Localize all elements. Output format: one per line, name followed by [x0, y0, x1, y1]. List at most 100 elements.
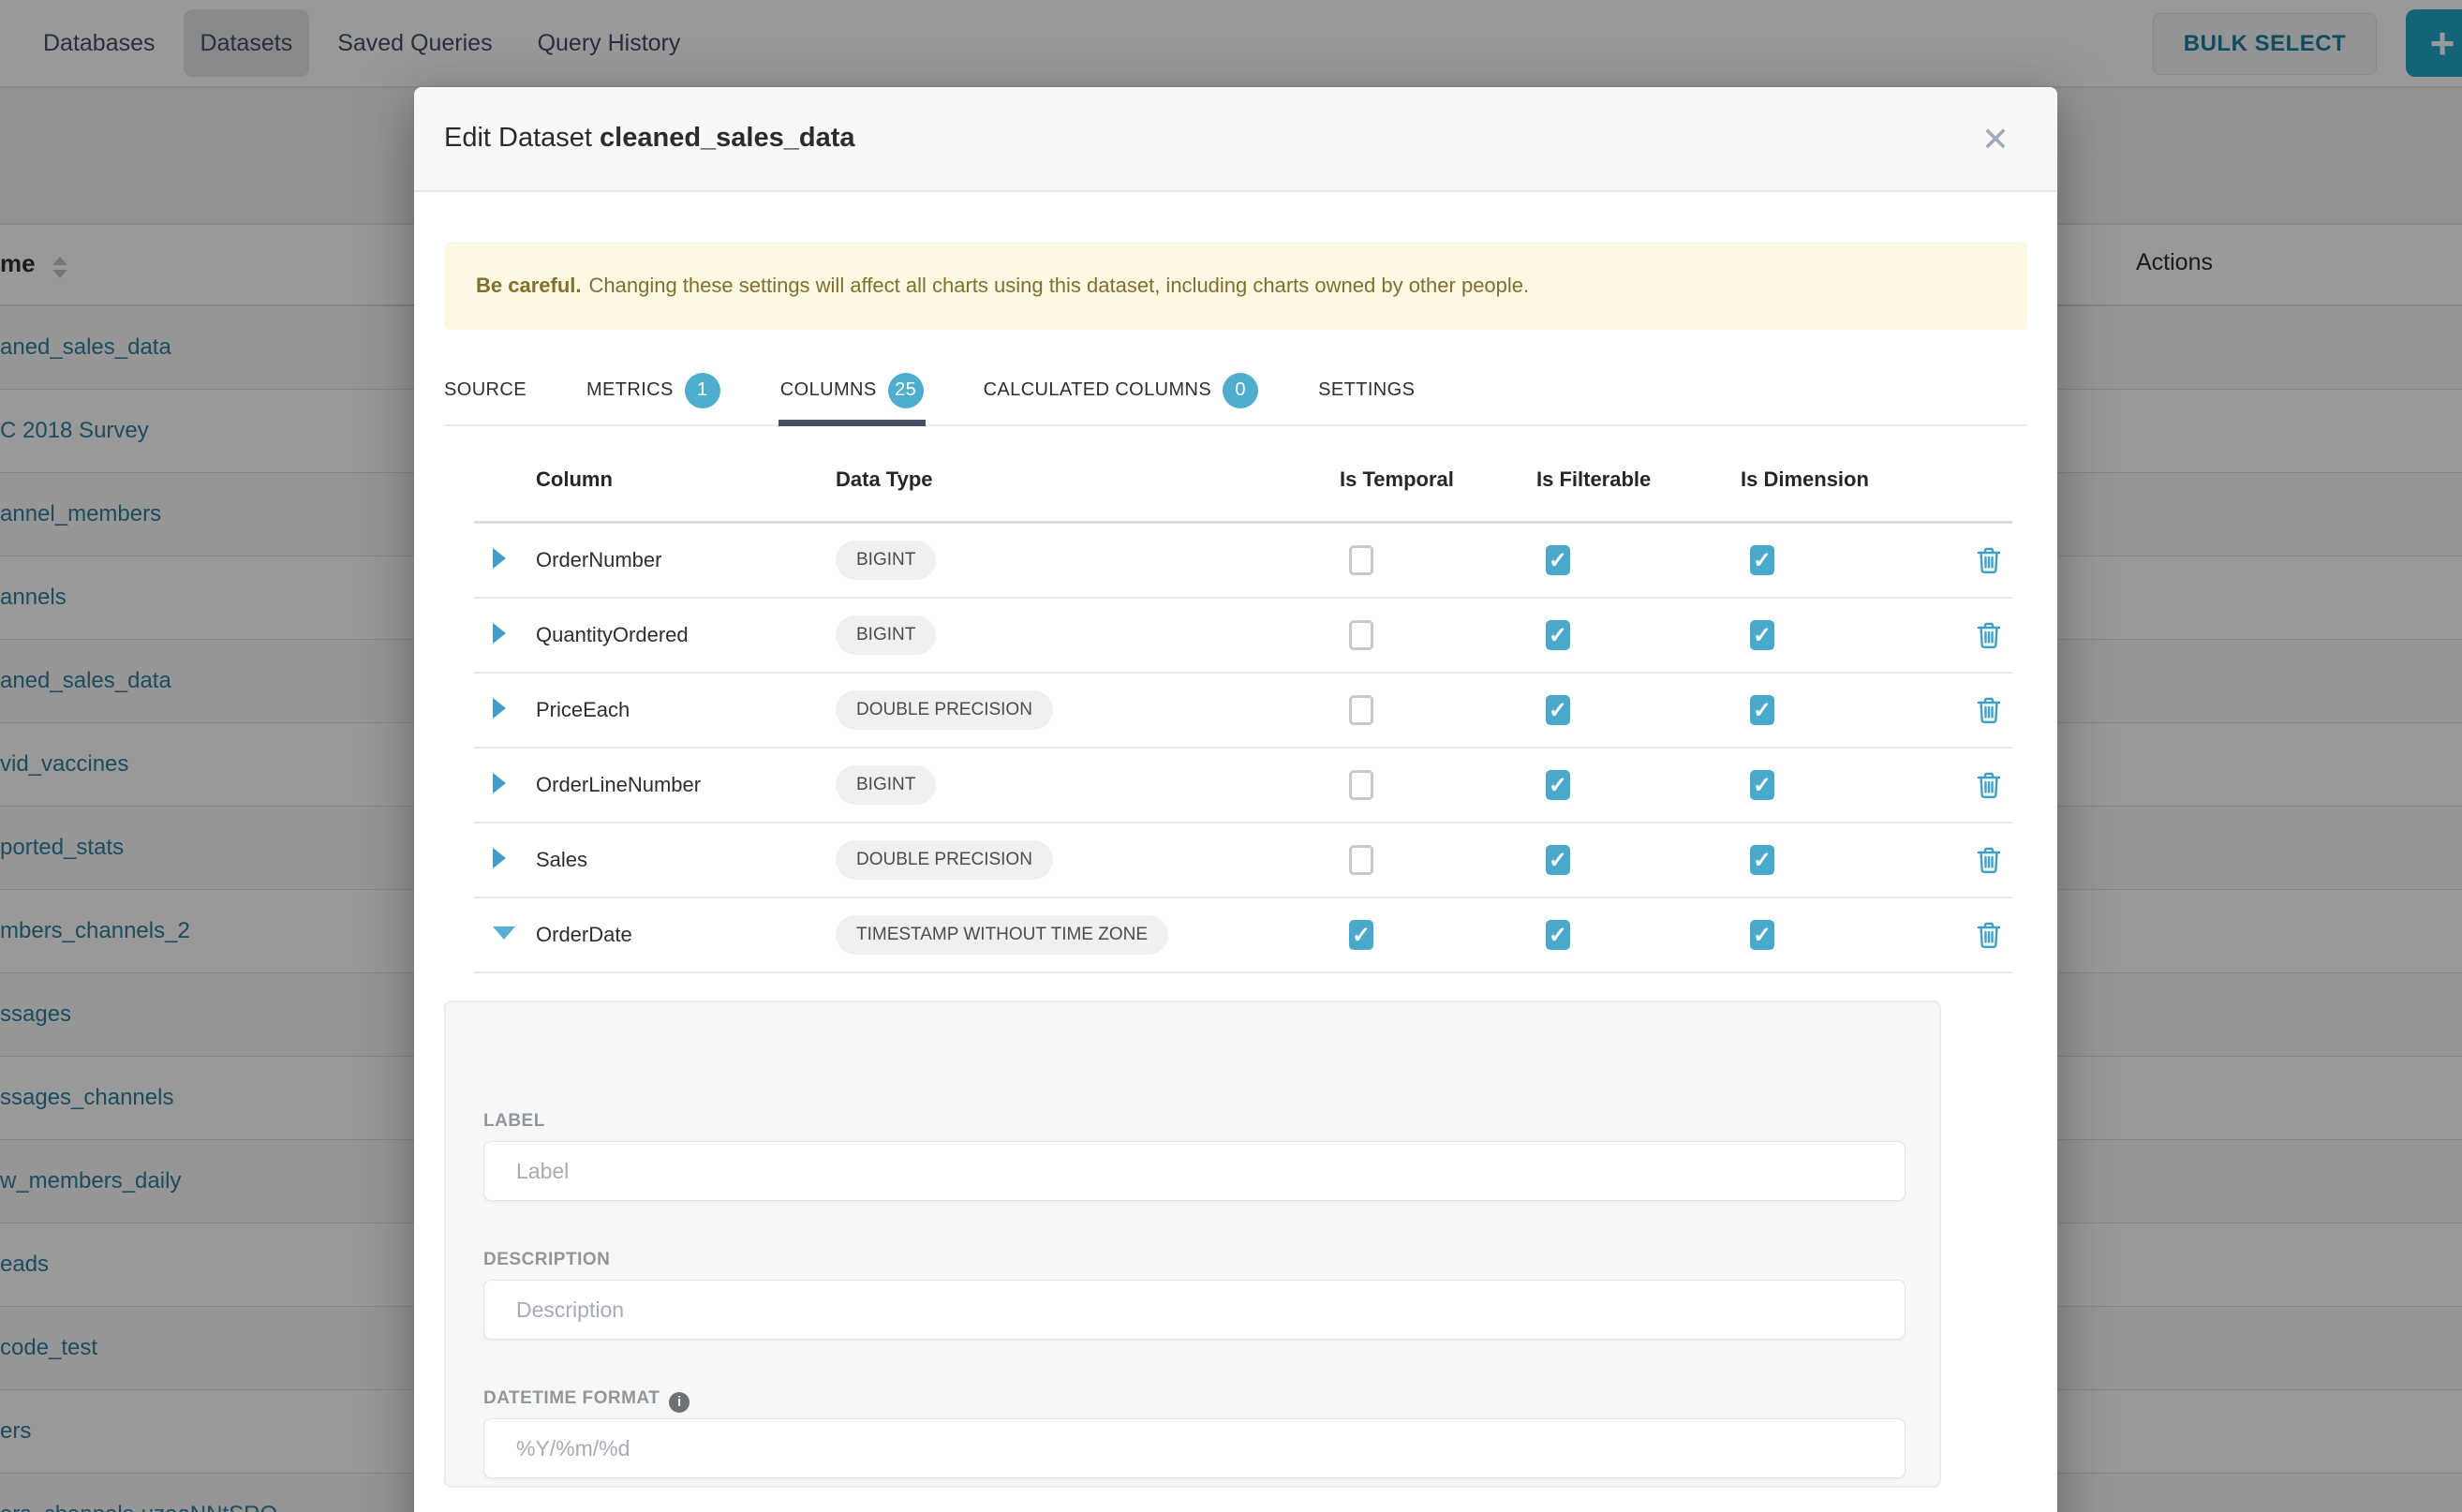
is-filterable-cell — [1536, 920, 1741, 950]
warning-banner: Be careful. Changing these settings will… — [444, 242, 2027, 330]
column-header-is-dimension: Is Dimension — [1741, 467, 1965, 492]
data-type-cell: BIGINT — [836, 615, 1340, 655]
checkbox-is-dimension[interactable] — [1750, 620, 1774, 650]
checkbox-is-filterable[interactable] — [1546, 695, 1570, 725]
is-temporal-cell — [1340, 920, 1536, 950]
delete-column-button[interactable] — [1965, 696, 2012, 724]
data-type-cell: DOUBLE PRECISION — [836, 690, 1340, 730]
expand-caret-icon[interactable] — [493, 698, 506, 719]
datetime-format-field-label: DATETIME FORMAT — [483, 1388, 690, 1413]
column-row: PriceEachDOUBLE PRECISION — [474, 674, 2012, 749]
checkbox-is-dimension[interactable] — [1750, 770, 1774, 800]
column-row: QuantityOrderedBIGINT — [474, 599, 2012, 674]
collapse-caret-icon[interactable] — [493, 926, 515, 940]
tab-calculated-columns[interactable]: CALCULATED COLUMNS0 — [984, 356, 1259, 424]
tab-source[interactable]: SOURCE — [444, 356, 527, 424]
caret-cell — [474, 623, 536, 648]
modal-tabs: SOURCE METRICS 1 COLUMNS25 CALCULATED COLUMN… — [444, 356, 2027, 426]
column-name: Sales — [536, 848, 836, 872]
data-type-pill: BIGINT — [836, 615, 936, 655]
checkbox-is-filterable[interactable] — [1546, 770, 1570, 800]
data-type-pill: BIGINT — [836, 541, 936, 580]
tab-settings[interactable]: SETTINGS — [1318, 356, 1415, 424]
expand-caret-icon[interactable] — [493, 548, 506, 569]
page: DatabasesDatasetsSaved QueriesQuery Hist… — [0, 0, 2462, 1512]
tab-count-badge: 1 — [685, 373, 720, 408]
column-row: OrderLineNumberBIGINT — [474, 749, 2012, 823]
checkbox-is-dimension[interactable] — [1750, 695, 1774, 725]
tab-label: METRICS — [586, 379, 674, 401]
modal-header: Edit Dataset cleaned_sales_data — [414, 87, 2057, 192]
checkbox-is-temporal[interactable] — [1349, 920, 1373, 950]
label-field-label: LABEL — [483, 1111, 545, 1132]
is-dimension-cell — [1741, 545, 1965, 575]
is-filterable-cell — [1536, 545, 1741, 575]
is-dimension-cell — [1741, 770, 1965, 800]
checkbox-is-filterable[interactable] — [1546, 545, 1570, 575]
trash-icon — [1977, 621, 2001, 649]
description-field-label: DESCRIPTION — [483, 1250, 610, 1270]
checkbox-is-temporal[interactable] — [1349, 770, 1373, 800]
delete-column-button[interactable] — [1965, 771, 2012, 799]
column-header-is-filterable: Is Filterable — [1536, 467, 1741, 492]
description-input[interactable] — [483, 1280, 1906, 1340]
data-type-pill: TIMESTAMP WITHOUT TIME ZONE — [836, 915, 1168, 955]
checkbox-is-filterable[interactable] — [1546, 845, 1570, 875]
checkbox-is-dimension[interactable] — [1750, 920, 1774, 950]
column-header-data-type: Data Type — [836, 467, 1340, 492]
checkbox-is-temporal[interactable] — [1349, 845, 1373, 875]
expand-caret-icon[interactable] — [493, 848, 506, 868]
column-name: OrderLineNumber — [536, 773, 836, 797]
data-type-cell: BIGINT — [836, 765, 1340, 805]
tab-label: CALCULATED COLUMNS — [984, 379, 1212, 401]
column-row: OrderNumberBIGINT — [474, 524, 2012, 599]
expand-caret-icon[interactable] — [493, 623, 506, 644]
column-name: PriceEach — [536, 698, 836, 722]
checkbox-is-dimension[interactable] — [1750, 845, 1774, 875]
checkbox-is-filterable[interactable] — [1546, 620, 1570, 650]
delete-column-button[interactable] — [1965, 546, 2012, 574]
checkbox-is-temporal[interactable] — [1349, 695, 1373, 725]
is-temporal-cell — [1340, 695, 1536, 725]
trash-icon — [1977, 846, 2001, 874]
label-input[interactable] — [483, 1141, 1906, 1201]
checkbox-is-dimension[interactable] — [1750, 545, 1774, 575]
column-row: OrderDateTIMESTAMP WITHOUT TIME ZONE — [474, 898, 2012, 973]
is-filterable-cell — [1536, 770, 1741, 800]
caret-cell — [474, 773, 536, 798]
info-icon[interactable] — [669, 1392, 690, 1413]
tab-metrics[interactable]: METRICS 1 — [586, 356, 720, 424]
trash-icon — [1977, 696, 2001, 724]
tab-columns[interactable]: COLUMNS25 — [780, 356, 924, 424]
trash-icon — [1977, 921, 2001, 949]
caret-cell — [474, 926, 536, 944]
expand-caret-icon[interactable] — [493, 773, 506, 793]
delete-column-button[interactable] — [1965, 846, 2012, 874]
checkbox-is-filterable[interactable] — [1546, 920, 1570, 950]
tab-label: SOURCE — [444, 379, 527, 401]
column-name: OrderNumber — [536, 548, 836, 572]
columns-table-body: OrderNumberBIGINTQuantityOrderedBIGINTPr… — [474, 524, 2012, 973]
delete-column-button[interactable] — [1965, 921, 2012, 949]
edit-dataset-modal: Edit Dataset cleaned_sales_data Be caref… — [414, 87, 2057, 1512]
column-header-column: Column — [536, 467, 836, 492]
caret-cell — [474, 698, 536, 723]
dataset-name: cleaned_sales_data — [600, 123, 854, 153]
tab-count-badge: 25 — [888, 373, 924, 408]
column-name: QuantityOrdered — [536, 623, 836, 647]
is-dimension-cell — [1741, 695, 1965, 725]
is-temporal-cell — [1340, 845, 1536, 875]
close-icon[interactable] — [1975, 119, 2016, 160]
data-type-cell: BIGINT — [836, 541, 1340, 580]
is-filterable-cell — [1536, 845, 1741, 875]
datetime-format-input[interactable] — [483, 1418, 1906, 1478]
is-filterable-cell — [1536, 620, 1741, 650]
data-type-pill: BIGINT — [836, 765, 936, 805]
warning-bold: Be careful. — [476, 274, 582, 298]
delete-column-button[interactable] — [1965, 621, 2012, 649]
column-header-is-temporal: Is Temporal — [1340, 467, 1536, 492]
is-filterable-cell — [1536, 695, 1741, 725]
modal-title: Edit Dataset cleaned_sales_data — [444, 123, 855, 154]
checkbox-is-temporal[interactable] — [1349, 620, 1373, 650]
checkbox-is-temporal[interactable] — [1349, 545, 1373, 575]
